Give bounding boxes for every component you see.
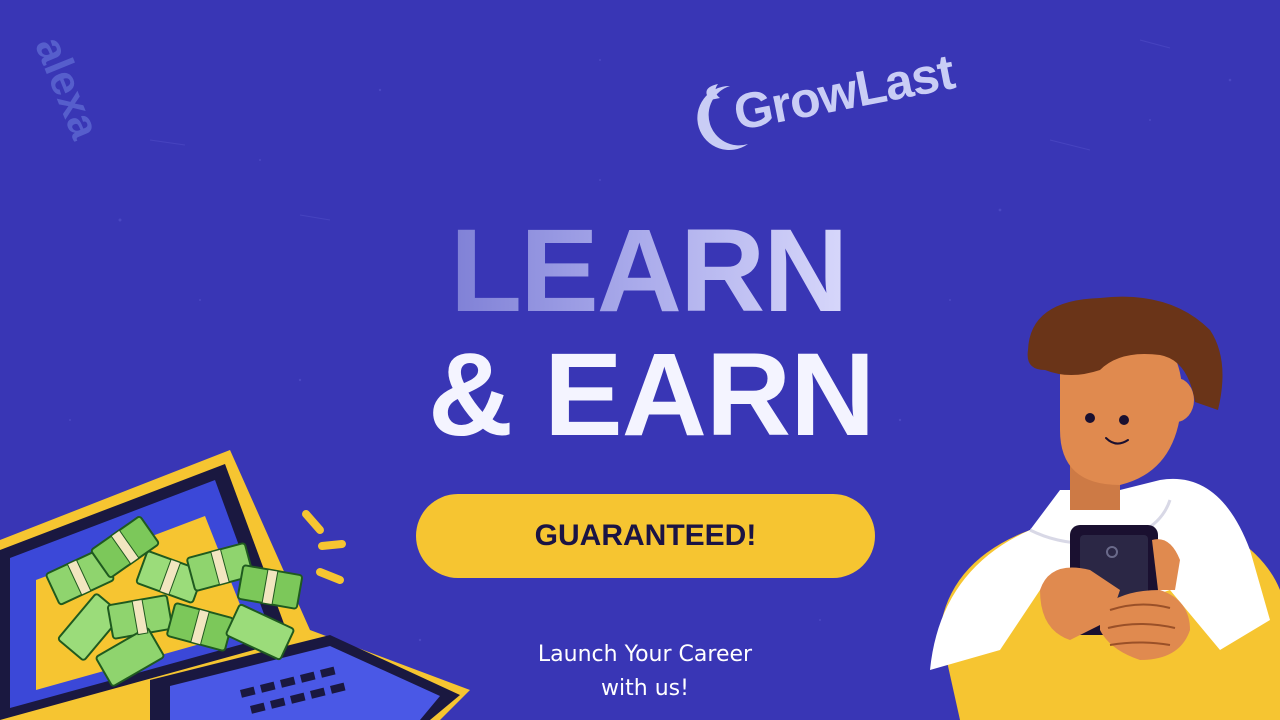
logo-wordmark: GrowLast <box>729 43 959 142</box>
watermark-text: alexa <box>26 30 110 146</box>
person-holding-phone-illustration <box>930 296 1280 720</box>
laptop-with-cash-stacks-icon <box>0 450 470 720</box>
headline-learn: LEARN <box>450 212 850 330</box>
tagline: Launch Your Career with us! <box>500 638 790 706</box>
tagline-line-2: with us! <box>601 676 689 701</box>
tagline-line-1: Launch Your Career <box>537 642 753 667</box>
brand-logo[interactable]: GrowLast <box>690 40 980 170</box>
guaranteed-button[interactable]: GUARANTEED! <box>416 494 875 578</box>
headline-earn: & EARN <box>428 329 875 461</box>
